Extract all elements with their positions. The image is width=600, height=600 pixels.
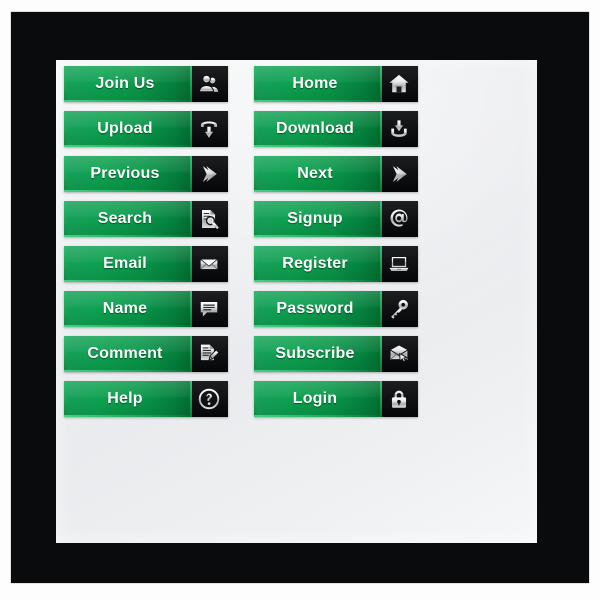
button-next[interactable]: Next: [254, 156, 418, 192]
button-login[interactable]: Login: [254, 381, 418, 417]
button-label-wrap: Search: [64, 201, 190, 237]
key-icon: [388, 298, 410, 320]
arrow-right-chevron-icon: [198, 163, 220, 185]
button-label: Email: [103, 255, 147, 272]
button-search[interactable]: Search: [64, 201, 228, 237]
button-name[interactable]: Name: [64, 291, 228, 327]
button-label: Search: [97, 210, 153, 227]
button-label-wrap: Home: [254, 66, 380, 102]
button-label-wrap: Login: [254, 381, 380, 417]
button-icon-plate: [380, 381, 418, 417]
button-label-wrap: Download: [254, 111, 380, 147]
button-label-wrap: Next: [254, 156, 380, 192]
arrow-right-chevron-icon: [388, 163, 410, 185]
at-sign-icon: [388, 208, 410, 230]
button-label-wrap: Register: [254, 246, 380, 282]
left-column: Join Us Upload Previous Search Email Name Comm…: [64, 66, 228, 417]
users-icon: [198, 73, 220, 95]
button-icon-plate: [190, 66, 228, 102]
download-tray-icon: [388, 118, 410, 140]
padlock-icon: [388, 388, 410, 410]
button-label: Signup: [287, 210, 343, 227]
button-label: Home: [292, 75, 338, 92]
button-label: Name: [102, 300, 148, 317]
envelope-cursor-icon: [388, 343, 410, 365]
button-label: Help: [107, 390, 143, 407]
button-label: Next: [297, 165, 333, 182]
button-label-wrap: Previous: [64, 156, 190, 192]
button-grid: Join Us Upload Previous Search Email Name Comm…: [64, 66, 418, 417]
button-icon-plate: [190, 111, 228, 147]
button-label-wrap: Comment: [64, 336, 190, 372]
button-label: Register: [282, 255, 348, 272]
button-label: Comment: [87, 345, 163, 362]
speech-bubble-icon: [198, 298, 220, 320]
laptop-icon: [388, 253, 410, 275]
button-icon-plate: [380, 111, 418, 147]
button-label: Password: [276, 300, 354, 317]
button-label-wrap: Name: [64, 291, 190, 327]
button-signup[interactable]: Signup: [254, 201, 418, 237]
button-home[interactable]: Home: [254, 66, 418, 102]
upload-tray-icon: [198, 118, 220, 140]
button-label: Upload: [97, 120, 153, 137]
button-help[interactable]: Help: [64, 381, 228, 417]
button-label-wrap: Help: [64, 381, 190, 417]
button-icon-plate: [190, 381, 228, 417]
button-label-wrap: Signup: [254, 201, 380, 237]
button-icon-plate: [190, 336, 228, 372]
document-pen-icon: [198, 343, 220, 365]
button-icon-plate: [380, 156, 418, 192]
button-email[interactable]: Email: [64, 246, 228, 282]
right-column: Home Download Next Signup Register Password Su…: [254, 66, 418, 417]
button-label-wrap: Password: [254, 291, 380, 327]
button-upload[interactable]: Upload: [64, 111, 228, 147]
button-icon-plate: [380, 336, 418, 372]
button-icon-plate: [190, 156, 228, 192]
house-icon: [388, 73, 410, 95]
button-icon-plate: [190, 246, 228, 282]
document-magnifier-icon: [198, 208, 220, 230]
question-mark-circle-icon: [198, 388, 220, 410]
button-join-us[interactable]: Join Us: [64, 66, 228, 102]
button-label: Subscribe: [275, 345, 355, 362]
button-label: Login: [292, 390, 338, 407]
button-icon-plate: [380, 201, 418, 237]
button-label-wrap: Subscribe: [254, 336, 380, 372]
button-icon-plate: [380, 66, 418, 102]
button-label: Download: [275, 120, 355, 137]
artboard: Join Us Upload Previous Search Email Name Comm…: [0, 0, 600, 600]
button-label-wrap: Email: [64, 246, 190, 282]
button-register[interactable]: Register: [254, 246, 418, 282]
button-download[interactable]: Download: [254, 111, 418, 147]
button-password[interactable]: Password: [254, 291, 418, 327]
button-icon-plate: [190, 201, 228, 237]
button-subscribe[interactable]: Subscribe: [254, 336, 418, 372]
button-icon-plate: [380, 291, 418, 327]
button-label-wrap: Join Us: [64, 66, 190, 102]
button-comment[interactable]: Comment: [64, 336, 228, 372]
envelope-icon: [198, 253, 220, 275]
button-label: Previous: [90, 165, 160, 182]
button-label-wrap: Upload: [64, 111, 190, 147]
button-icon-plate: [190, 291, 228, 327]
button-label: Join Us: [95, 75, 155, 92]
button-icon-plate: [380, 246, 418, 282]
button-previous[interactable]: Previous: [64, 156, 228, 192]
